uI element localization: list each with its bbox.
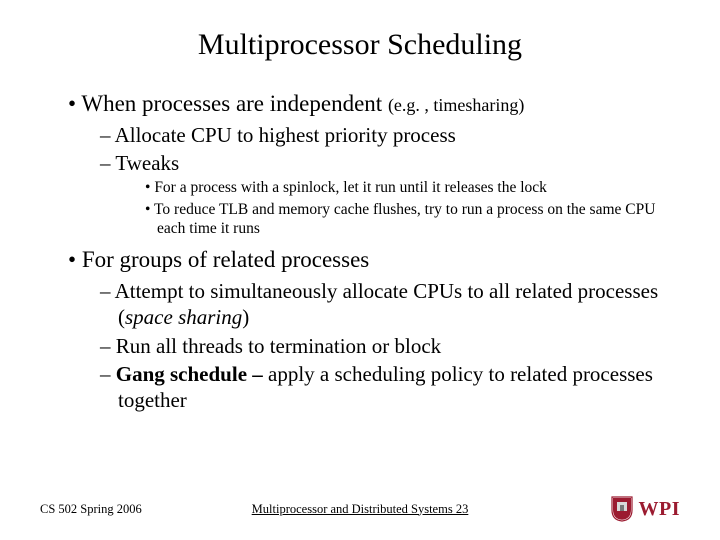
space-sharing-term: space sharing	[125, 305, 242, 329]
footer-page-title: Multiprocessor and Distributed Systems 2…	[252, 502, 469, 517]
bullet-independent-main: When processes are independent	[81, 91, 388, 116]
bullet-allocate-cpu: Allocate CPU to highest priority process	[100, 122, 680, 148]
slide-title: Multiprocessor Scheduling	[40, 28, 680, 62]
space-sharing-post: )	[242, 305, 249, 329]
gang-schedule-term: Gang schedule –	[116, 362, 268, 386]
bullet-tlb: To reduce TLB and memory cache flushes, …	[145, 200, 680, 239]
bullet-run-threads: Run all threads to termination or block	[100, 333, 680, 359]
footer-logo: WPI	[611, 496, 681, 522]
slide: Multiprocessor Scheduling When processes…	[0, 0, 720, 540]
wpi-logo-text: WPI	[639, 498, 681, 521]
slide-footer: CS 502 Spring 2006 Multiprocessor and Di…	[0, 496, 720, 522]
bullet-groups: For groups of related processes	[68, 246, 680, 275]
bullet-independent: When processes are independent (e.g. , t…	[68, 90, 680, 119]
bullet-tweaks: Tweaks	[100, 150, 680, 176]
bullet-gang-schedule: Gang schedule – apply a scheduling polic…	[100, 361, 680, 414]
bullet-spinlock: For a process with a spinlock, let it ru…	[145, 178, 680, 197]
bullet-independent-paren: (e.g. , timesharing)	[388, 95, 524, 115]
bullet-space-sharing: Attempt to simultaneously allocate CPUs …	[100, 278, 680, 331]
wpi-shield-icon	[611, 496, 633, 522]
footer-course: CS 502 Spring 2006	[40, 502, 142, 517]
